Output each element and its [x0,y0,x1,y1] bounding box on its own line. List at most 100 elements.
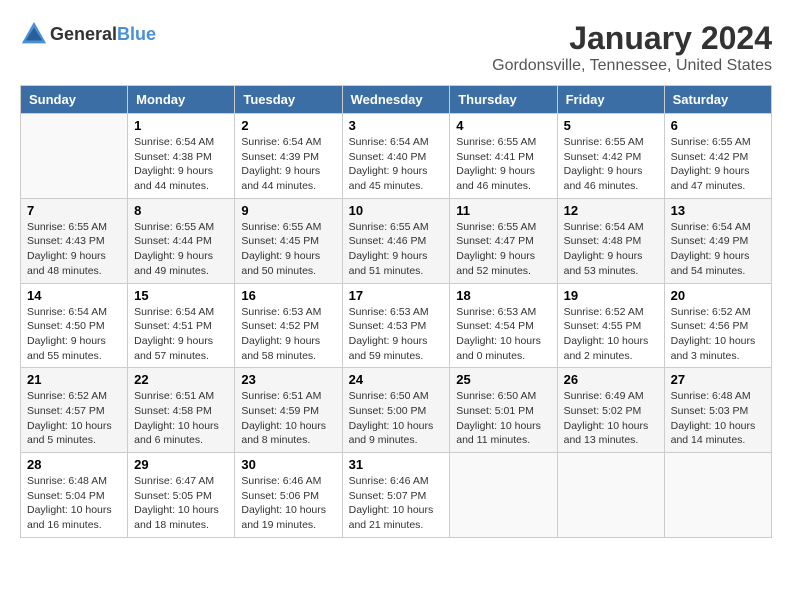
day-number: 3 [349,118,444,133]
day-info: Sunrise: 6:52 AM Sunset: 4:55 PM Dayligh… [564,305,658,364]
day-info: Sunrise: 6:55 AM Sunset: 4:43 PM Dayligh… [27,220,121,279]
calendar-cell: 23 Sunrise: 6:51 AM Sunset: 4:59 PM Dayli… [235,368,342,453]
calendar-cell: 4 Sunrise: 6:55 AM Sunset: 4:41 PM Daylig… [450,114,557,199]
day-info: Sunrise: 6:55 AM Sunset: 4:41 PM Dayligh… [456,135,550,194]
calendar-cell: 12Sunrise: 6:54 AM Sunset: 4:48 PM Dayli… [557,198,664,283]
day-info: Sunrise: 6:54 AM Sunset: 4:51 PM Dayligh… [134,305,228,364]
day-number: 28 [27,457,121,472]
day-info: Sunrise: 6:54 AM Sunset: 4:49 PM Dayligh… [671,220,765,279]
calendar-cell: 26 Sunrise: 6:49 AM Sunset: 5:02 PM Dayli… [557,368,664,453]
day-number: 15 [134,288,228,303]
day-info: Sunrise: 6:55 AM Sunset: 4:42 PM Dayligh… [564,135,658,194]
day-number: 24 [349,372,444,387]
logo-blue: Blue [117,24,156,44]
calendar-cell: 8 Sunrise: 6:55 AM Sunset: 4:44 PM Daylig… [128,198,235,283]
day-number: 11 [456,203,550,218]
calendar-cell: 1Sunrise: 6:54 AM Sunset: 4:38 PM Daylig… [128,114,235,199]
calendar-cell [21,114,128,199]
logo: GeneralBlue [20,20,156,48]
calendar-header-thursday: Thursday [450,86,557,114]
calendar-cell: 5Sunrise: 6:55 AM Sunset: 4:42 PM Daylig… [557,114,664,199]
calendar-cell: 19 Sunrise: 6:52 AM Sunset: 4:55 PM Dayli… [557,283,664,368]
calendar-header-saturday: Saturday [664,86,771,114]
calendar-cell: 3 Sunrise: 6:54 AM Sunset: 4:40 PM Daylig… [342,114,450,199]
day-number: 2 [241,118,335,133]
day-info: Sunrise: 6:52 AM Sunset: 4:57 PM Dayligh… [27,389,121,448]
calendar-week-5: 28 Sunrise: 6:48 AM Sunset: 5:04 PM Dayli… [21,453,772,538]
day-number: 17 [349,288,444,303]
day-number: 18 [456,288,550,303]
day-number: 22 [134,372,228,387]
calendar-cell: 6 Sunrise: 6:55 AM Sunset: 4:42 PM Daylig… [664,114,771,199]
calendar-cell: 22 Sunrise: 6:51 AM Sunset: 4:58 PM Dayli… [128,368,235,453]
day-info: Sunrise: 6:48 AM Sunset: 5:04 PM Dayligh… [27,474,121,533]
day-info: Sunrise: 6:49 AM Sunset: 5:02 PM Dayligh… [564,389,658,448]
day-number: 25 [456,372,550,387]
calendar-header-sunday: Sunday [21,86,128,114]
day-number: 19 [564,288,658,303]
calendar-header-row: SundayMondayTuesdayWednesdayThursdayFrid… [21,86,772,114]
calendar-cell: 30Sunrise: 6:46 AM Sunset: 5:06 PM Dayli… [235,453,342,538]
day-info: Sunrise: 6:51 AM Sunset: 4:59 PM Dayligh… [241,389,335,448]
calendar-cell: 10Sunrise: 6:55 AM Sunset: 4:46 PM Dayli… [342,198,450,283]
day-info: Sunrise: 6:53 AM Sunset: 4:53 PM Dayligh… [349,305,444,364]
calendar-header-wednesday: Wednesday [342,86,450,114]
location-title: Gordonsville, Tennessee, United States [492,57,772,75]
day-number: 23 [241,372,335,387]
day-number: 31 [349,457,444,472]
day-number: 26 [564,372,658,387]
calendar-table: SundayMondayTuesdayWednesdayThursdayFrid… [20,85,772,538]
calendar-cell: 9 Sunrise: 6:55 AM Sunset: 4:45 PM Daylig… [235,198,342,283]
day-number: 4 [456,118,550,133]
day-info: Sunrise: 6:54 AM Sunset: 4:50 PM Dayligh… [27,305,121,364]
day-number: 6 [671,118,765,133]
day-number: 9 [241,203,335,218]
logo-icon [20,20,48,48]
day-info: Sunrise: 6:52 AM Sunset: 4:56 PM Dayligh… [671,305,765,364]
day-info: Sunrise: 6:54 AM Sunset: 4:38 PM Dayligh… [134,135,228,194]
day-number: 8 [134,203,228,218]
day-info: Sunrise: 6:50 AM Sunset: 5:00 PM Dayligh… [349,389,444,448]
calendar-cell: 13 Sunrise: 6:54 AM Sunset: 4:49 PM Dayli… [664,198,771,283]
calendar-header-friday: Friday [557,86,664,114]
calendar-week-3: 14Sunrise: 6:54 AM Sunset: 4:50 PM Dayli… [21,283,772,368]
page-header: GeneralBlue January 2024 Gordonsville, T… [20,20,772,75]
calendar-cell: 11 Sunrise: 6:55 AM Sunset: 4:47 PM Dayli… [450,198,557,283]
calendar-cell: 21 Sunrise: 6:52 AM Sunset: 4:57 PM Dayli… [21,368,128,453]
calendar-cell: 28 Sunrise: 6:48 AM Sunset: 5:04 PM Dayli… [21,453,128,538]
day-info: Sunrise: 6:55 AM Sunset: 4:44 PM Dayligh… [134,220,228,279]
day-info: Sunrise: 6:53 AM Sunset: 4:54 PM Dayligh… [456,305,550,364]
title-section: January 2024 Gordonsville, Tennessee, Un… [492,20,772,75]
day-number: 27 [671,372,765,387]
month-title: January 2024 [492,20,772,57]
calendar-cell: 25 Sunrise: 6:50 AM Sunset: 5:01 PM Dayli… [450,368,557,453]
calendar-cell: 15 Sunrise: 6:54 AM Sunset: 4:51 PM Dayli… [128,283,235,368]
day-info: Sunrise: 6:55 AM Sunset: 4:47 PM Dayligh… [456,220,550,279]
calendar-week-2: 7Sunrise: 6:55 AM Sunset: 4:43 PM Daylig… [21,198,772,283]
day-info: Sunrise: 6:46 AM Sunset: 5:07 PM Dayligh… [349,474,444,533]
calendar-cell: 20Sunrise: 6:52 AM Sunset: 4:56 PM Dayli… [664,283,771,368]
calendar-cell: 2Sunrise: 6:54 AM Sunset: 4:39 PM Daylig… [235,114,342,199]
calendar-week-1: 1Sunrise: 6:54 AM Sunset: 4:38 PM Daylig… [21,114,772,199]
day-number: 16 [241,288,335,303]
day-info: Sunrise: 6:54 AM Sunset: 4:40 PM Dayligh… [349,135,444,194]
calendar-cell: 31 Sunrise: 6:46 AM Sunset: 5:07 PM Dayli… [342,453,450,538]
day-info: Sunrise: 6:55 AM Sunset: 4:42 PM Dayligh… [671,135,765,194]
day-info: Sunrise: 6:54 AM Sunset: 4:48 PM Dayligh… [564,220,658,279]
day-info: Sunrise: 6:50 AM Sunset: 5:01 PM Dayligh… [456,389,550,448]
calendar-body: 1Sunrise: 6:54 AM Sunset: 4:38 PM Daylig… [21,114,772,538]
day-number: 13 [671,203,765,218]
calendar-cell [450,453,557,538]
day-number: 30 [241,457,335,472]
day-info: Sunrise: 6:51 AM Sunset: 4:58 PM Dayligh… [134,389,228,448]
calendar-header-monday: Monday [128,86,235,114]
calendar-header-tuesday: Tuesday [235,86,342,114]
day-number: 10 [349,203,444,218]
day-number: 21 [27,372,121,387]
calendar-cell: 7Sunrise: 6:55 AM Sunset: 4:43 PM Daylig… [21,198,128,283]
calendar-cell: 16Sunrise: 6:53 AM Sunset: 4:52 PM Dayli… [235,283,342,368]
day-info: Sunrise: 6:47 AM Sunset: 5:05 PM Dayligh… [134,474,228,533]
day-info: Sunrise: 6:55 AM Sunset: 4:45 PM Dayligh… [241,220,335,279]
calendar-week-4: 21 Sunrise: 6:52 AM Sunset: 4:57 PM Dayli… [21,368,772,453]
logo-text: GeneralBlue [50,24,156,45]
